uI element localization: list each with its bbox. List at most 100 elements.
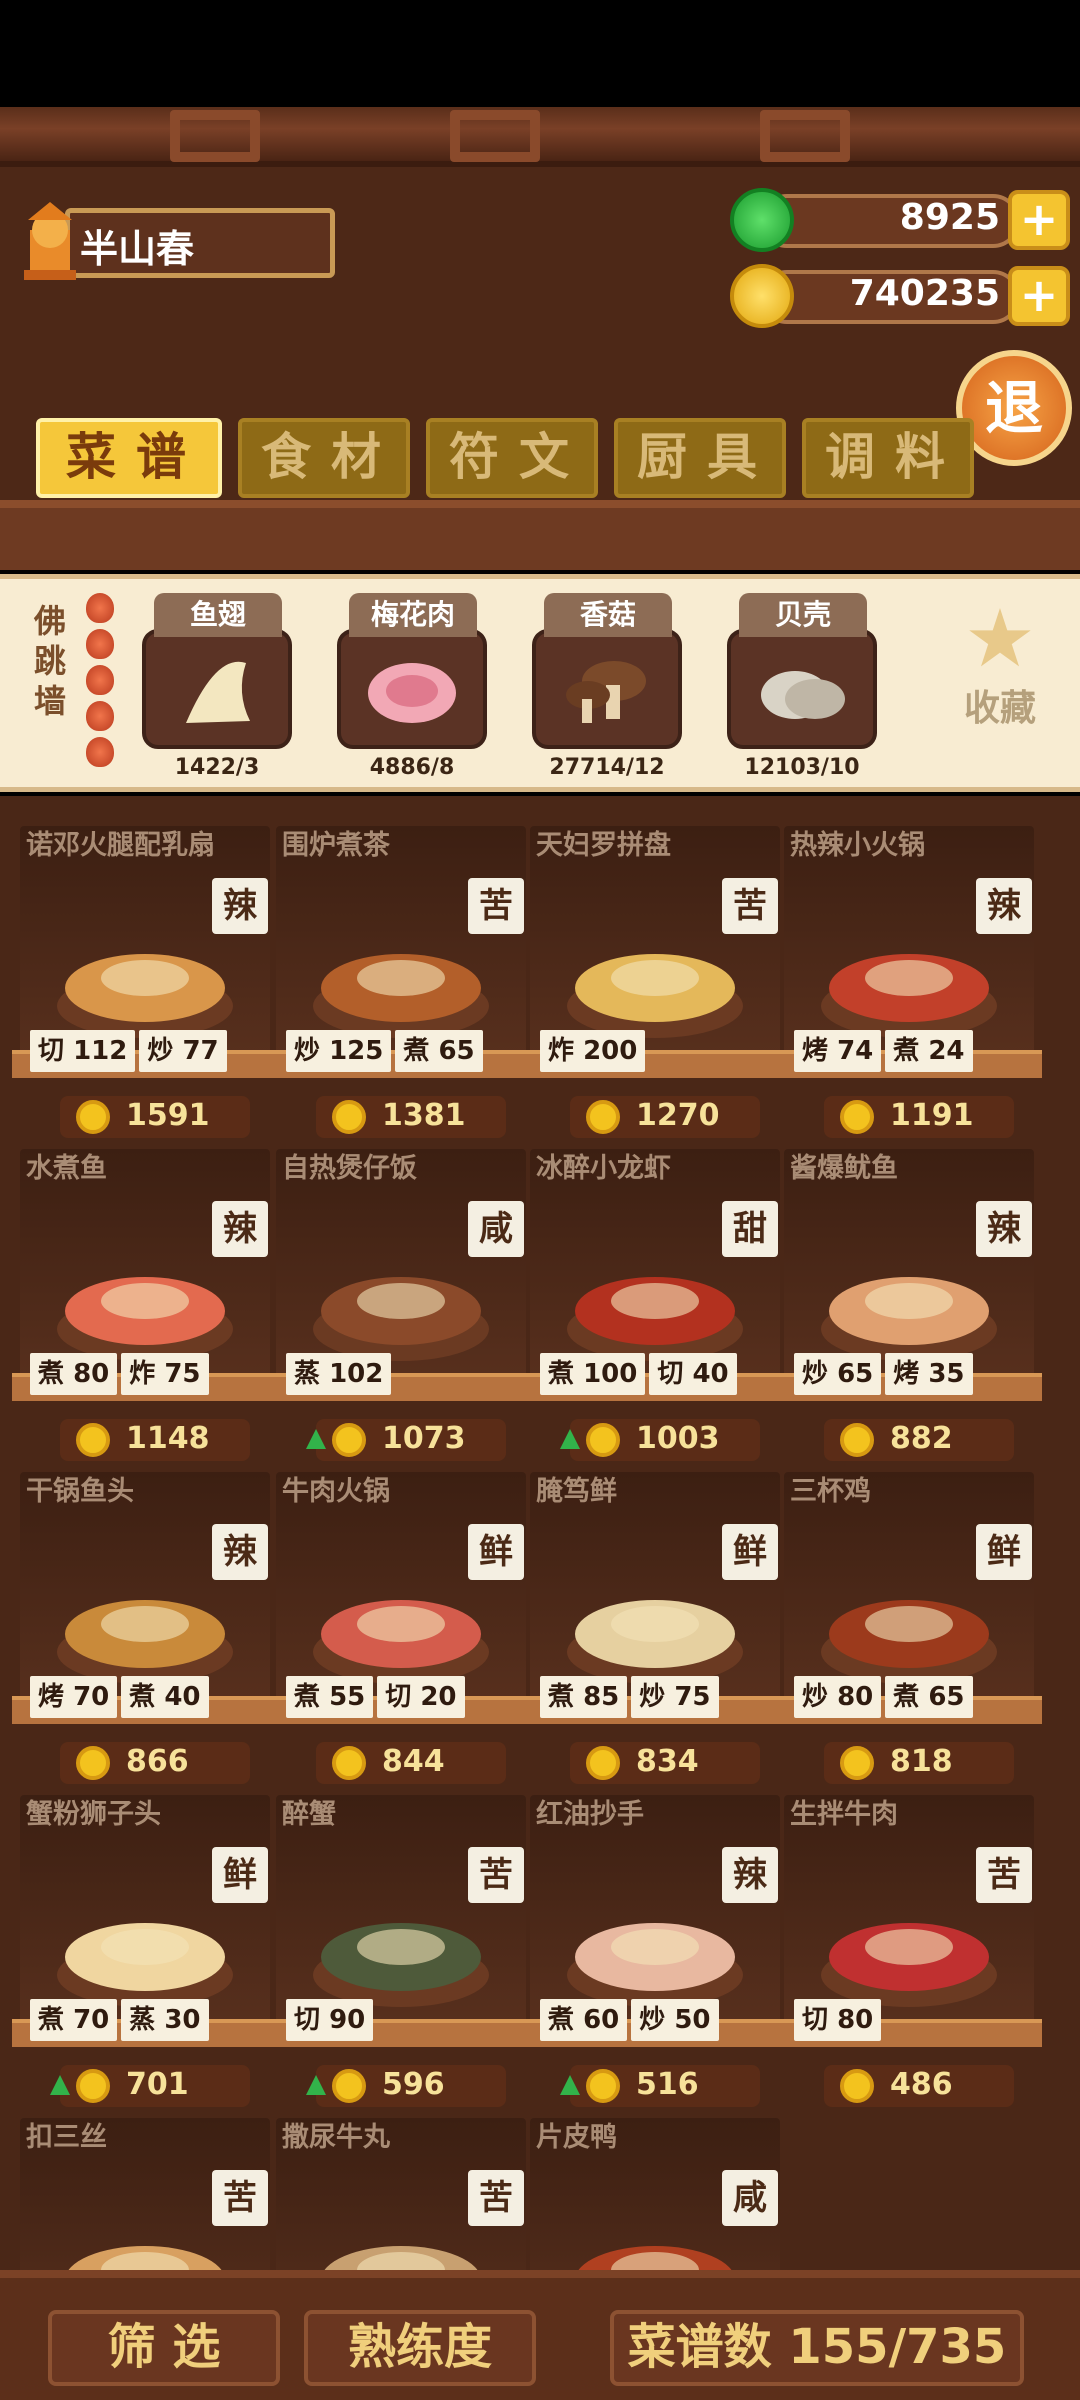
tab-utensils[interactable]: 厨具	[614, 418, 786, 498]
skill-type: 炒	[802, 1682, 829, 1712]
recipe-name: 蟹粉狮子头	[26, 1799, 161, 1830]
skill-requirements: 切 90	[286, 1999, 526, 2041]
recipe-card[interactable]: 醉蟹苦切 90 596	[268, 1795, 534, 2111]
top-beam	[0, 107, 1080, 167]
recipe-card[interactable]: 三杯鸡鲜炒 80 煮 65 818	[776, 1472, 1042, 1788]
skill-type: 煮	[893, 1682, 920, 1712]
recipe-card[interactable]: 片皮鸭咸	[530, 2118, 780, 2270]
skill-type: 炒	[639, 1682, 666, 1712]
chef-avatar-icon[interactable]	[10, 200, 90, 284]
recipe-card[interactable]: 自热煲仔饭咸蒸 102 1073	[268, 1149, 534, 1465]
recipe-card[interactable]: 天妇罗拼盘苦炸 200 1270	[522, 826, 788, 1142]
recipe-card[interactable]: 蟹粉狮子头鲜煮 70 蒸 30 701	[12, 1795, 278, 2111]
selected-recipe-panel: 佛跳墙 鱼翅 1422/3 梅花肉 4886/8 香菇 27714/12 贝壳 …	[0, 574, 1080, 792]
recipe-card[interactable]: 围炉煮茶苦炒 125 煮 65 1381	[268, 826, 534, 1142]
recipe-name: 片皮鸭	[536, 2122, 617, 2153]
flavor-badge: 辣	[212, 1524, 268, 1580]
skill-type: 炒	[639, 2005, 666, 2035]
skill-value: 80	[73, 1359, 110, 1389]
recipe-name: 三杯鸡	[790, 1476, 871, 1507]
ingredient-item[interactable]: 梅花肉 4886/8	[337, 593, 487, 783]
proficiency-button[interactable]: 熟练度	[304, 2310, 536, 2386]
price-tag: 1381	[316, 1096, 506, 1138]
price-value: 486	[890, 2067, 953, 2102]
skill-type: 炒	[802, 1359, 829, 1389]
coin-icon	[840, 1100, 874, 1134]
coin-icon	[586, 2069, 620, 2103]
recipe-card[interactable]: 腌笃鲜鲜煮 85 炒 75 834	[522, 1472, 788, 1788]
skill-tag: 煮 65	[395, 1030, 483, 1072]
price-up-arrow-icon	[50, 2075, 70, 2095]
ingredient-name: 贝壳	[739, 593, 867, 637]
flavor-badge: 苦	[468, 2170, 524, 2226]
skill-requirements: 煮 80 炸 75	[30, 1353, 270, 1395]
recipe-card[interactable]: 冰醉小龙虾甜煮 100 切 40 1003	[522, 1149, 788, 1465]
jade-icon	[730, 188, 794, 252]
ingredient-item[interactable]: 贝壳 12103/10	[727, 593, 877, 783]
recipe-card[interactable]: 红油抄手辣煮 60 炒 50 516	[522, 1795, 788, 2111]
tab-seasonings[interactable]: 调料	[802, 418, 974, 498]
skill-type: 烤	[38, 1682, 65, 1712]
flavor-badge: 辣	[212, 1201, 268, 1257]
price-value: 1381	[382, 1098, 466, 1133]
price-value: 818	[890, 1744, 953, 1779]
price-tag: 1270	[570, 1096, 760, 1138]
flame-icon	[86, 593, 114, 623]
recipe-card[interactable]: 生拌牛肉苦切 80 486	[776, 1795, 1042, 2111]
skill-value: 50	[674, 2005, 711, 2035]
recipe-card[interactable]: 诺邓火腿配乳扇辣切 112 炒 77 1591	[12, 826, 278, 1142]
flavor-badge: 辣	[976, 1201, 1032, 1257]
recipe-name: 生拌牛肉	[790, 1799, 898, 1830]
recipe-name: 撒尿牛丸	[282, 2122, 390, 2153]
coin-icon	[76, 1423, 110, 1457]
recipe-card[interactable]: 酱爆鱿鱼辣炒 65 烤 35 882	[776, 1149, 1042, 1465]
ingredient-item[interactable]: 鱼翅 1422/3	[142, 593, 292, 783]
recipe-name: 冰醉小龙虾	[536, 1153, 671, 1184]
flame-icon	[86, 701, 114, 731]
collect-label: 收藏	[963, 688, 1036, 729]
flavor-badge: 苦	[468, 878, 524, 934]
recipe-card[interactable]: 干锅鱼头辣烤 70 煮 40 866	[12, 1472, 278, 1788]
collect-button[interactable]: ★ 收藏	[960, 599, 1040, 769]
flavor-badge: 辣	[722, 1847, 778, 1903]
recipe-card[interactable]: 热辣小火锅辣烤 74 煮 24 1191	[776, 826, 1042, 1142]
filter-button[interactable]: 筛 选	[48, 2310, 280, 2386]
tab-ingredients[interactable]: 食材	[238, 418, 410, 498]
skill-tag: 炸 75	[121, 1353, 209, 1395]
skill-tag: 切 20	[377, 1676, 465, 1718]
tab-runes[interactable]: 符文	[426, 418, 598, 498]
flame-icon	[86, 629, 114, 659]
skill-requirements: 煮 70 蒸 30	[30, 1999, 270, 2041]
recipe-count-button[interactable]: 菜谱数 155/735	[610, 2310, 1024, 2386]
skill-tag: 切 90	[286, 1999, 374, 2041]
skill-value: 80	[837, 1682, 874, 1712]
recipe-card[interactable]: 撒尿牛丸苦	[276, 2118, 526, 2270]
recipe-card[interactable]: 水煮鱼辣煮 80 炸 75 1148	[12, 1149, 278, 1465]
recipe-name: 酱爆鱿鱼	[790, 1153, 898, 1184]
skill-value: 200	[583, 1036, 638, 1066]
ingredient-item[interactable]: 香菇 27714/12	[532, 593, 682, 783]
price-value: 882	[890, 1421, 953, 1456]
recipe-card[interactable]: 牛肉火锅鲜煮 55 切 20 844	[268, 1472, 534, 1788]
tab-recipes[interactable]: 菜谱	[36, 418, 222, 498]
recipe-card[interactable]: 扣三丝苦	[20, 2118, 270, 2270]
skill-tag: 煮 70	[30, 1999, 118, 2041]
price-up-arrow-icon	[560, 2075, 580, 2095]
recipe-name: 腌笃鲜	[536, 1476, 617, 1507]
coin-icon	[76, 1746, 110, 1780]
flavor-badge: 甜	[722, 1201, 778, 1257]
skill-requirements: 切 112 炒 77	[30, 1030, 270, 1072]
skill-type: 烤	[893, 1359, 920, 1389]
player-panel[interactable]: 半山春	[10, 200, 335, 284]
price-tag: 1591	[60, 1096, 250, 1138]
add-coin-button[interactable]: +	[1008, 266, 1070, 326]
add-jade-button[interactable]: +	[1008, 190, 1070, 250]
skill-requirements: 烤 70 煮 40	[30, 1676, 270, 1718]
price-tag: 882	[824, 1419, 1014, 1461]
skill-requirements: 煮 85 炒 75	[540, 1676, 780, 1718]
price-tag: 596	[306, 2065, 506, 2107]
coin-icon	[586, 1100, 620, 1134]
coin-icon	[76, 2069, 110, 2103]
recipe-name: 围炉煮茶	[282, 830, 390, 861]
skill-type: 煮	[548, 1359, 575, 1389]
